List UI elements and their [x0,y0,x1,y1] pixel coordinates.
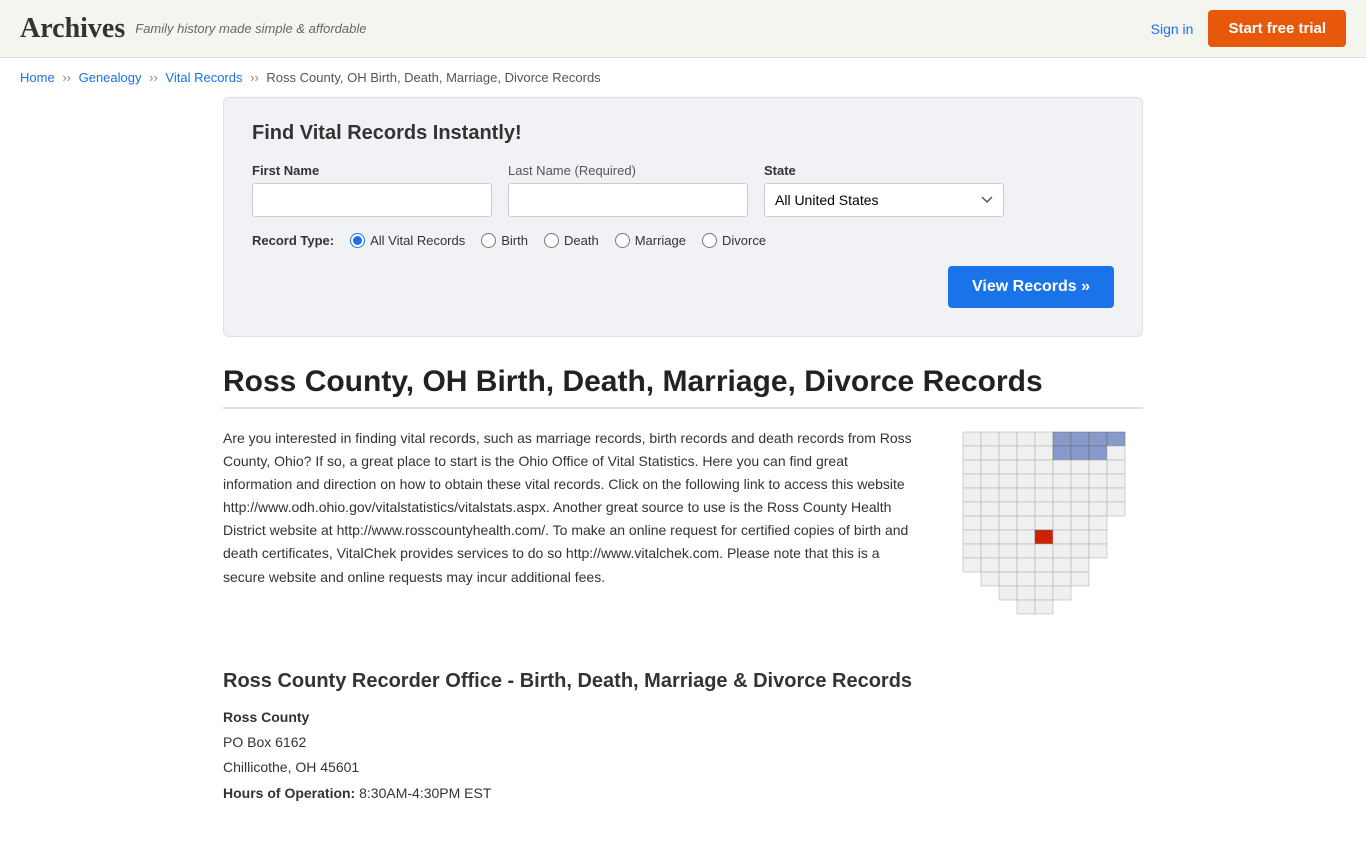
breadcrumb-genealogy[interactable]: Genealogy [79,70,142,85]
address-line1: PO Box 6162 [223,734,306,750]
breadcrumb-current: Ross County, OH Birth, Death, Marriage, … [266,70,600,85]
office-name: Ross County [223,709,309,725]
record-type-row: Record Type: All Vital Records Birth Dea… [252,233,1114,248]
recorder-heading: Ross County Recorder Office - Birth, Dea… [223,670,1143,693]
first-name-group: First Name [252,163,492,217]
view-records-row: View Records » [252,266,1114,308]
state-label: State [764,163,1004,178]
radio-all[interactable] [350,233,365,248]
record-type-birth[interactable]: Birth [481,233,528,248]
state-select[interactable]: All United States AlabamaAlaskaArizona A… [764,183,1004,217]
logo: Archives [20,13,125,45]
search-fields: First Name Last Name (Required) State Al… [252,163,1114,217]
breadcrumb-sep2: ›› [149,70,158,85]
page-title: Ross County, OH Birth, Death, Marriage, … [223,365,1143,409]
state-group: State All United States AlabamaAlaskaAri… [764,163,1004,217]
breadcrumb: Home ›› Genealogy ›› Vital Records ›› Ro… [0,58,1366,97]
record-type-marriage[interactable]: Marriage [615,233,686,248]
start-trial-button[interactable]: Start free trial [1208,10,1346,47]
last-name-label: Last Name (Required) [508,163,748,178]
main-content: Find Vital Records Instantly! First Name… [203,97,1163,846]
last-name-input[interactable] [508,183,748,217]
body-paragraph: Are you interested in finding vital reco… [223,427,913,589]
header-right: Sign in Start free trial [1151,10,1346,47]
header-left: Archives Family history made simple & af… [20,13,366,45]
breadcrumb-sep1: ›› [62,70,71,85]
first-name-label: First Name [252,163,492,178]
radio-divorce[interactable] [702,233,717,248]
record-type-options: All Vital Records Birth Death Marriage D… [350,233,766,248]
hours-value-text: 8:30AM-4:30PM EST [359,785,491,801]
tagline: Family history made simple & affordable [135,21,366,36]
record-type-divorce[interactable]: Divorce [702,233,766,248]
address-line2: Chillicothe, OH 45601 [223,759,359,775]
content-section: Are you interested in finding vital reco… [223,427,1143,640]
header: Archives Family history made simple & af… [0,0,1366,58]
radio-marriage[interactable] [615,233,630,248]
record-type-death[interactable]: Death [544,233,599,248]
last-name-group: Last Name (Required) [508,163,748,217]
ohio-map-container [943,427,1143,640]
radio-death[interactable] [544,233,559,248]
view-records-button[interactable]: View Records » [948,266,1114,308]
record-type-label: Record Type: [252,233,334,248]
record-type-all[interactable]: All Vital Records [350,233,465,248]
breadcrumb-vital-records[interactable]: Vital Records [165,70,242,85]
breadcrumb-home[interactable]: Home [20,70,55,85]
hours-label: Hours of Operation: [223,785,355,801]
ohio-map [943,427,1143,637]
radio-birth[interactable] [481,233,496,248]
first-name-input[interactable] [252,183,492,217]
sign-in-link[interactable]: Sign in [1151,21,1194,37]
content-text: Are you interested in finding vital reco… [223,427,913,640]
address-block: Ross County PO Box 6162 Chillicothe, OH … [223,705,1143,806]
search-title: Find Vital Records Instantly! [252,122,1114,145]
search-box: Find Vital Records Instantly! First Name… [223,97,1143,337]
breadcrumb-sep3: ›› [250,70,259,85]
